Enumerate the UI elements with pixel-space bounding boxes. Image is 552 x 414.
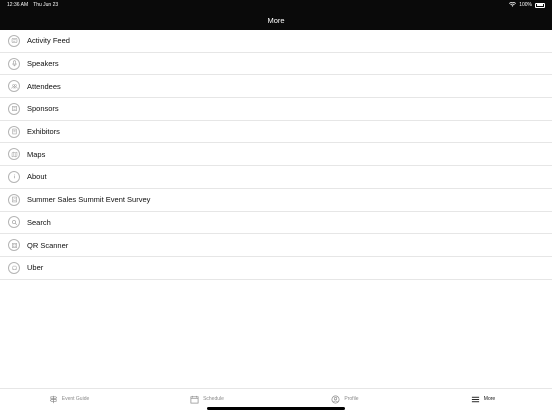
menu-item-label: Exhibitors [27,127,60,137]
tab-more[interactable]: More [414,389,552,409]
tab-schedule[interactable]: Schedule [138,389,276,409]
menu-item-label: Uber [27,263,44,273]
menu-item-label: Speakers [27,59,59,69]
menu-item-label: QR Scanner [27,240,69,250]
nav-bar: More [0,10,552,30]
event-guide-icon [49,395,57,403]
menu-item-qr-scanner[interactable]: QR Scanner [0,234,552,257]
menu-item-label: Summer Sales Summit Event Survey [27,195,151,205]
attendees-icon [8,80,20,93]
menu-item-speakers[interactable]: Speakers [0,53,552,76]
menu-item-uber[interactable]: Uber [0,257,552,280]
menu-item-exhibitors[interactable]: Exhibitors [0,121,552,144]
status-date: Thu Jun 23 [33,2,59,8]
menu-item-search[interactable]: Search [0,212,552,235]
tab-label: Profile [344,396,359,402]
menu-item-activity-feed[interactable]: Activity Feed [0,30,552,53]
search-icon [8,216,20,229]
menu-item-label: Search [27,217,51,227]
qr-scanner-icon [8,239,20,252]
battery-percent: 100% [519,2,532,8]
status-time: 12:36 AM [7,2,29,8]
status-bar: 12:36 AM Thu Jun 23 100% [0,0,552,10]
more-menu-list: Activity Feed Speakers Attendees Sponsor… [0,30,552,280]
menu-item-sponsors[interactable]: Sponsors [0,98,552,121]
about-icon [8,170,20,183]
hamburger-menu-icon [471,396,479,402]
exhibitors-icon [8,125,20,138]
wifi-icon [509,1,517,9]
tab-bar: Event Guide Schedule Profile More [0,388,552,414]
sponsors-icon [8,102,20,115]
profile-icon [331,395,340,403]
maps-icon [8,148,20,161]
tab-event-guide[interactable]: Event Guide [0,389,138,409]
menu-item-attendees[interactable]: Attendees [0,75,552,99]
calendar-icon [190,395,199,403]
menu-item-survey[interactable]: Summer Sales Summit Event Survey [0,189,552,212]
menu-item-label: Sponsors [27,104,59,114]
menu-item-label: Maps [27,149,46,159]
activity-feed-icon [8,34,20,47]
status-right: 100% [509,1,545,9]
menu-item-label: Activity Feed [27,36,70,46]
menu-item-maps[interactable]: Maps [0,143,552,167]
home-indicator[interactable] [207,407,345,410]
tab-label: More [483,396,496,402]
battery-icon [535,2,545,8]
tab-profile[interactable]: Profile [276,389,414,409]
menu-item-label: About [27,172,47,182]
menu-item-about[interactable]: About [0,166,552,189]
tab-label: Event Guide [61,396,90,402]
menu-item-label: Attendees [27,81,61,91]
uber-icon [8,261,20,274]
tab-label: Schedule [203,396,224,402]
speakers-icon [8,57,20,70]
survey-icon [8,193,20,206]
page-title: More [267,15,285,25]
